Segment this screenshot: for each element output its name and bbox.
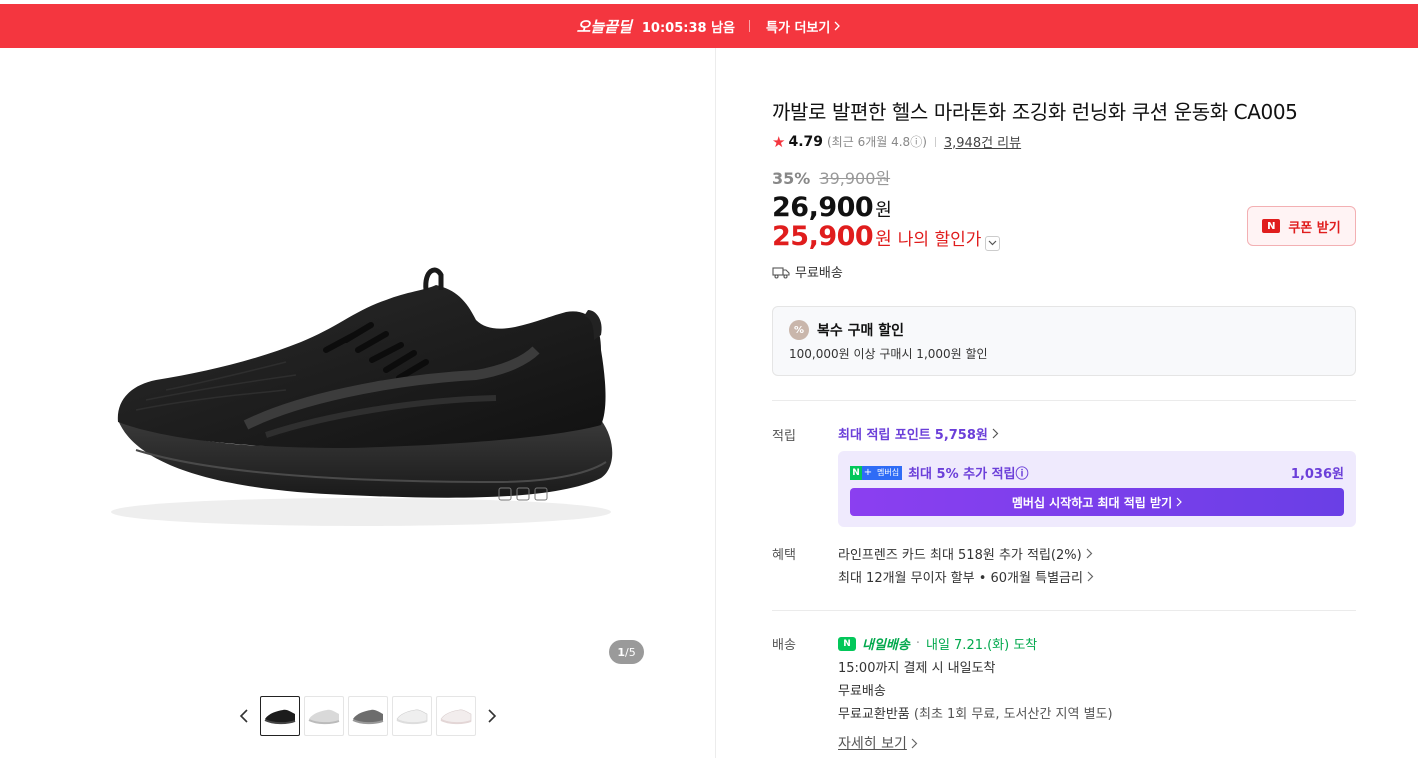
section-divider [772, 400, 1356, 401]
membership-points-amount: 1,036원 [1290, 467, 1344, 482]
exchange-note: (최초 1회 무료, 도서산간 지역 별도) [913, 707, 1113, 722]
membership-extra-points[interactable]: 최대 5% 추가 적립ⓘ [908, 463, 1028, 482]
chevron-down-icon [985, 235, 1001, 251]
review-count-link[interactable]: 3,948건 리뷰 [944, 132, 1021, 151]
discount-row: 35% 39,900원 [772, 165, 890, 189]
membership-start-button[interactable]: 멤버십 시작하고 최대 적립 받기 [850, 488, 1344, 516]
shoe-thumbnail-icon [440, 709, 472, 725]
image-page-indicator: 1/5 [609, 640, 644, 664]
my-price-label: 나의 할인가 [897, 230, 982, 250]
max-points-label: 최대 적립 포인트 [838, 428, 931, 443]
column-divider [715, 48, 716, 758]
shoe-thumbnail-icon [264, 709, 296, 725]
shoe-thumbnail-icon [352, 709, 384, 725]
card-benefit-link[interactable]: 라인프렌즈 카드 최대 518원 추가 적립(2%) [838, 544, 1093, 563]
chevron-right-icon [1176, 497, 1182, 507]
multi-purchase-discount-box: % 복수 구매 할인 100,000원 이상 구매시 1,000원 할인 [772, 306, 1356, 376]
multi-purchase-header: % 복수 구매 할인 [789, 320, 904, 340]
product-main-image[interactable] [96, 250, 626, 540]
naver-n-icon: N [838, 636, 856, 651]
more-deals-label: 특가 더보기 [766, 20, 831, 36]
naver-n-icon: N [850, 465, 862, 480]
coupon-label: 쿠폰 받기 [1288, 220, 1341, 236]
shipping-info: 무료배송 [772, 262, 843, 281]
recent-rating[interactable]: (최근 6개월 4.8ⓘ) [827, 133, 927, 150]
thumbnail-5[interactable] [436, 696, 476, 736]
delivery-detail-link[interactable]: 자세히 보기 [838, 733, 918, 753]
delivery-exchange: 무료교환반품 (최초 1회 무료, 도서산간 지역 별도) [838, 703, 1113, 722]
section-divider [772, 610, 1356, 611]
tomorrow-delivery-brand: 내일배송 [862, 638, 910, 653]
naver-n-icon: N [1262, 219, 1281, 233]
plus-icon: + [862, 465, 874, 480]
membership-badge-label: 멤버십 [874, 465, 903, 480]
max-points-value: 5,758원 [934, 428, 988, 443]
membership-row: N + 멤버십 최대 5% 추가 적립ⓘ 1,036원 [850, 463, 1344, 482]
deal-banner: 오늘끝딜 10:05:38 남음 특가 더보기 [0, 4, 1418, 48]
banner-divider [749, 20, 750, 32]
thumbnail-strip [232, 696, 504, 736]
chevron-right-icon [1087, 571, 1094, 582]
card-benefit-text: 라인프렌즈 카드 최대 518원 추가 적립(2%) [838, 548, 1082, 563]
sale-price: 26,900 원 [772, 192, 892, 223]
deal-logo: 오늘끝딜 [576, 17, 632, 36]
thumbnail-3[interactable] [348, 696, 388, 736]
detail-link-label: 자세히 보기 [838, 736, 907, 752]
thumbnail-next-button[interactable] [480, 696, 504, 736]
delivery-section-label: 배송 [772, 638, 796, 653]
chevron-right-icon [911, 738, 918, 748]
membership-box: N + 멤버십 최대 5% 추가 적립ⓘ 1,036원 멤버십 시작하고 최대 … [838, 451, 1356, 527]
chevron-right-icon [1086, 548, 1093, 559]
my-price-toggle[interactable]: 25,900 원 나의 할인가 [772, 221, 1001, 252]
points-section-label: 적립 [772, 429, 796, 444]
benefits-section-label: 혜택 [772, 548, 796, 563]
naver-plus-membership-badge: N + 멤버십 [850, 465, 903, 480]
sale-price-value: 26,900 [772, 192, 874, 223]
installment-benefit-text: 최대 12개월 무이자 할부 • 60개월 특별금리 [838, 571, 1083, 586]
page-current: 1 [617, 645, 625, 659]
delivery-dot: · [915, 636, 920, 651]
tomorrow-delivery-row: N 내일배송 · 내일 7.21.(화) 도착 [838, 634, 1037, 653]
rating-score: 4.79 [788, 133, 823, 150]
my-price-unit: 원 [875, 229, 892, 250]
rating-divider [934, 136, 936, 147]
exchange-label: 무료교환반품 [838, 707, 910, 722]
max-points-link[interactable]: 최대 적립 포인트 5,758원 [838, 424, 999, 443]
delivery-cutoff: 15:00까지 결제 시 내일도착 [838, 661, 996, 676]
shoe-thumbnail-icon [308, 709, 340, 725]
multi-purchase-title: 복수 구매 할인 [817, 323, 905, 339]
deal-timer: 10:05:38 남음 [641, 20, 735, 36]
delivery-eta: 내일 7.21.(화) 도착 [925, 638, 1038, 653]
page-total: 5 [628, 645, 636, 659]
percent-icon: % [789, 320, 809, 340]
chevron-right-icon [488, 709, 497, 723]
product-title: 까발로 발편한 헬스 마라톤화 조깅화 런닝화 쿠션 운동화 CA005 [772, 100, 1298, 124]
chevron-left-icon [239, 709, 248, 723]
chevron-right-icon [992, 428, 999, 439]
thumbnail-prev-button[interactable] [232, 696, 256, 736]
sale-price-unit: 원 [875, 200, 892, 221]
chevron-right-icon [834, 21, 841, 31]
membership-cta-label: 멤버십 시작하고 최대 적립 받기 [1011, 495, 1173, 510]
delivery-free-shipping: 무료배송 [838, 684, 886, 699]
star-icon: ★ [772, 132, 786, 151]
thumbnail-4[interactable] [392, 696, 432, 736]
discount-rate: 35% [772, 169, 811, 188]
shoe-thumbnail-icon [396, 709, 428, 725]
installment-benefit-link[interactable]: 최대 12개월 무이자 할부 • 60개월 특별금리 [838, 567, 1094, 586]
my-price-value: 25,900 [772, 221, 874, 252]
thumbnail-2[interactable] [304, 696, 344, 736]
original-price: 39,900원 [819, 169, 891, 188]
thumbnail-1[interactable] [260, 696, 300, 736]
multi-purchase-desc: 100,000원 이상 구매시 1,000원 할인 [789, 347, 988, 361]
shipping-label: 무료배송 [795, 266, 843, 281]
more-deals-link[interactable]: 특가 더보기 [766, 17, 841, 36]
coupon-button[interactable]: N 쿠폰 받기 [1247, 206, 1356, 246]
truck-icon [772, 266, 790, 279]
shoe-image [111, 267, 613, 526]
rating-row: ★ 4.79 (최근 6개월 4.8ⓘ) 3,948건 리뷰 [772, 132, 1021, 152]
